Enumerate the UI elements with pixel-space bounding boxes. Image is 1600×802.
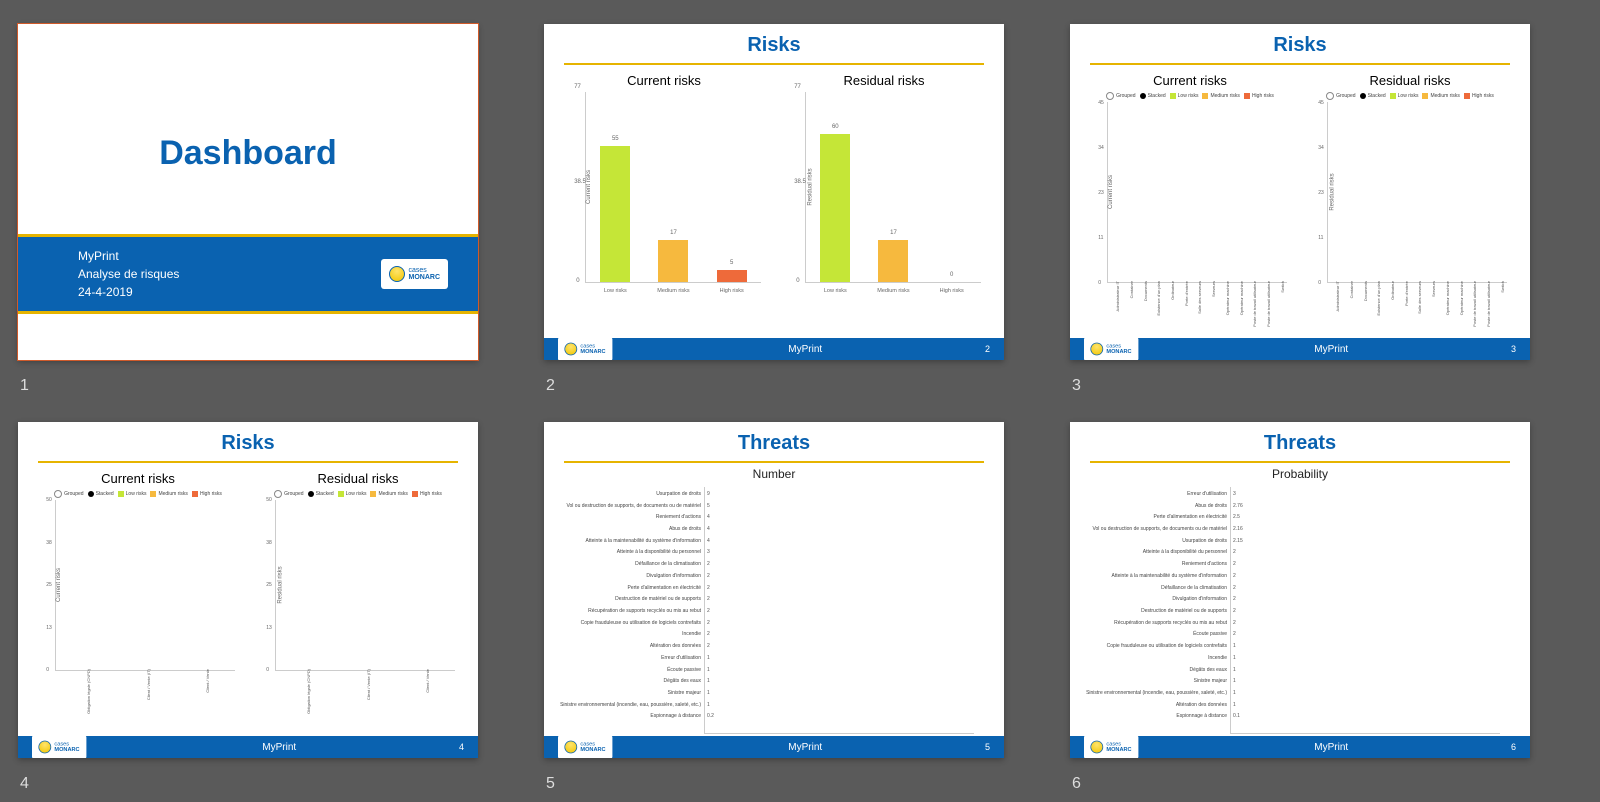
footer-page: 6: [1511, 742, 1516, 752]
slide-6[interactable]: Threats Probability Erreur d'utilisation…: [1070, 422, 1530, 758]
slide-3-charts: Current risks GroupedStackedLow risksMed…: [1070, 69, 1530, 283]
slide-6-head: Threats: [1070, 422, 1530, 455]
footer-page: 3: [1511, 344, 1516, 354]
s3-left-chart: Current risksAdministrateur ITContainerD…: [1107, 102, 1287, 283]
footer-page: 4: [459, 742, 464, 752]
footer-text: MyPrint: [788, 742, 822, 753]
logo-icon: [564, 343, 577, 356]
slide-3-number: 3: [1072, 377, 1081, 395]
slide-4-charts: Current risks GroupedStackedLow risksMed…: [18, 467, 478, 671]
footer-text: MyPrint: [262, 742, 296, 753]
footer-page: 5: [985, 742, 990, 752]
slide-2-number: 2: [546, 377, 555, 395]
s5-subtitle: Number: [544, 467, 1004, 481]
legend: GroupedStackedLow risksMedium risksHigh …: [261, 490, 455, 498]
legend: GroupedStackedLow risksMedium risksHigh …: [41, 490, 235, 498]
footer-logo: casesMONARC: [1084, 337, 1138, 360]
s4-left-title: Current risks: [41, 471, 235, 486]
footer-logo: casesMONARC: [32, 735, 86, 758]
slide-5-footer: casesMONARC MyPrint 5: [544, 736, 1004, 758]
org-text: MyPrint: [78, 247, 179, 265]
slide-2-head: Risks: [544, 24, 1004, 57]
s4-right-title: Residual risks: [261, 471, 455, 486]
logo-text: cases MONARC: [409, 267, 441, 281]
slide-1-wrap[interactable]: Dashboard MyPrint Analyse de risques 24-…: [18, 24, 506, 370]
footer-logo: casesMONARC: [1084, 735, 1138, 758]
footer-text: MyPrint: [788, 344, 822, 355]
slide-sorter: Dashboard MyPrint Analyse de risques 24-…: [0, 0, 1600, 792]
slide-1-number: 1: [20, 377, 29, 395]
slide-4-footer: casesMONARC MyPrint 4: [18, 736, 478, 758]
slide-1[interactable]: Dashboard MyPrint Analyse de risques 24-…: [18, 24, 478, 360]
s4-left-chart: Current risksObligation légale (CNPD)Cli…: [55, 500, 235, 671]
slide-3-wrap[interactable]: Risks Current risks GroupedStackedLow ri…: [1070, 24, 1558, 370]
slide-1-meta: MyPrint Analyse de risques 24-4-2019: [78, 247, 179, 301]
legend: GroupedStackedLow risksMedium risksHigh …: [1313, 92, 1507, 100]
s6-subtitle: Probability: [1070, 467, 1530, 481]
s2-right-chart: Residual risks 77 38.5 0 60Low risks17Me…: [805, 92, 981, 283]
slide-6-footer: casesMONARC MyPrint 6: [1070, 736, 1530, 758]
slide-2[interactable]: Risks Current risks Current risks 77 38.…: [544, 24, 1004, 360]
slide-2-footer: casesMONARC MyPrint 2: [544, 338, 1004, 360]
slide-1-title: Dashboard: [18, 134, 478, 173]
footer-text: MyPrint: [1314, 344, 1348, 355]
monarc-logo: cases MONARC: [381, 259, 449, 289]
slide-2-charts: Current risks Current risks 77 38.5 0 55…: [544, 69, 1004, 283]
s3-right-title: Residual risks: [1313, 73, 1507, 88]
slide-2-wrap[interactable]: Risks Current risks Current risks 77 38.…: [544, 24, 1032, 370]
slide-3-head: Risks: [1070, 24, 1530, 57]
date-text: 24-4-2019: [78, 283, 179, 301]
footer-logo: casesMONARC: [558, 337, 612, 360]
s4-right-chart: Residual risksObligation légale (CNPD)Cl…: [275, 500, 455, 671]
s6-chart: Erreur d'utilisation3Abus de droits2.76P…: [1230, 487, 1500, 734]
slide-6-wrap[interactable]: Threats Probability Erreur d'utilisation…: [1070, 422, 1558, 768]
s5-chart: Usurpation de droits9Vol ou destruction …: [704, 487, 974, 734]
slide-5-number: 5: [546, 775, 555, 793]
doc-text: Analyse de risques: [78, 265, 179, 283]
slide-1-info-band: MyPrint Analyse de risques 24-4-2019 cas…: [18, 234, 478, 314]
slide-3-footer: casesMONARC MyPrint 3: [1070, 338, 1530, 360]
rule: [564, 63, 984, 65]
s2-right-title: Residual risks: [787, 73, 981, 88]
slide-3[interactable]: Risks Current risks GroupedStackedLow ri…: [1070, 24, 1530, 360]
s3-left-title: Current risks: [1093, 73, 1287, 88]
s2-left-chart: Current risks 77 38.5 0 55Low risks17Med…: [585, 92, 761, 283]
slide-4[interactable]: Risks Current risks GroupedStackedLow ri…: [18, 422, 478, 758]
s3-right-chart: Residual risksAdministrateur ITContainer…: [1327, 102, 1507, 283]
footer-page: 2: [985, 344, 990, 354]
s2-left-title: Current risks: [567, 73, 761, 88]
slide-6-number: 6: [1072, 775, 1081, 793]
slide-5[interactable]: Threats Number Usurpation de droits9Vol …: [544, 422, 1004, 758]
legend: GroupedStackedLow risksMedium risksHigh …: [1093, 92, 1287, 100]
slide-4-wrap[interactable]: Risks Current risks GroupedStackedLow ri…: [18, 422, 506, 768]
slide-5-head: Threats: [544, 422, 1004, 455]
slide-4-head: Risks: [18, 422, 478, 455]
logo-icon: [389, 266, 405, 282]
slide-4-number: 4: [20, 775, 29, 793]
footer-logo: casesMONARC: [558, 735, 612, 758]
slide-5-wrap[interactable]: Threats Number Usurpation de droits9Vol …: [544, 422, 1032, 768]
footer-text: MyPrint: [1314, 742, 1348, 753]
